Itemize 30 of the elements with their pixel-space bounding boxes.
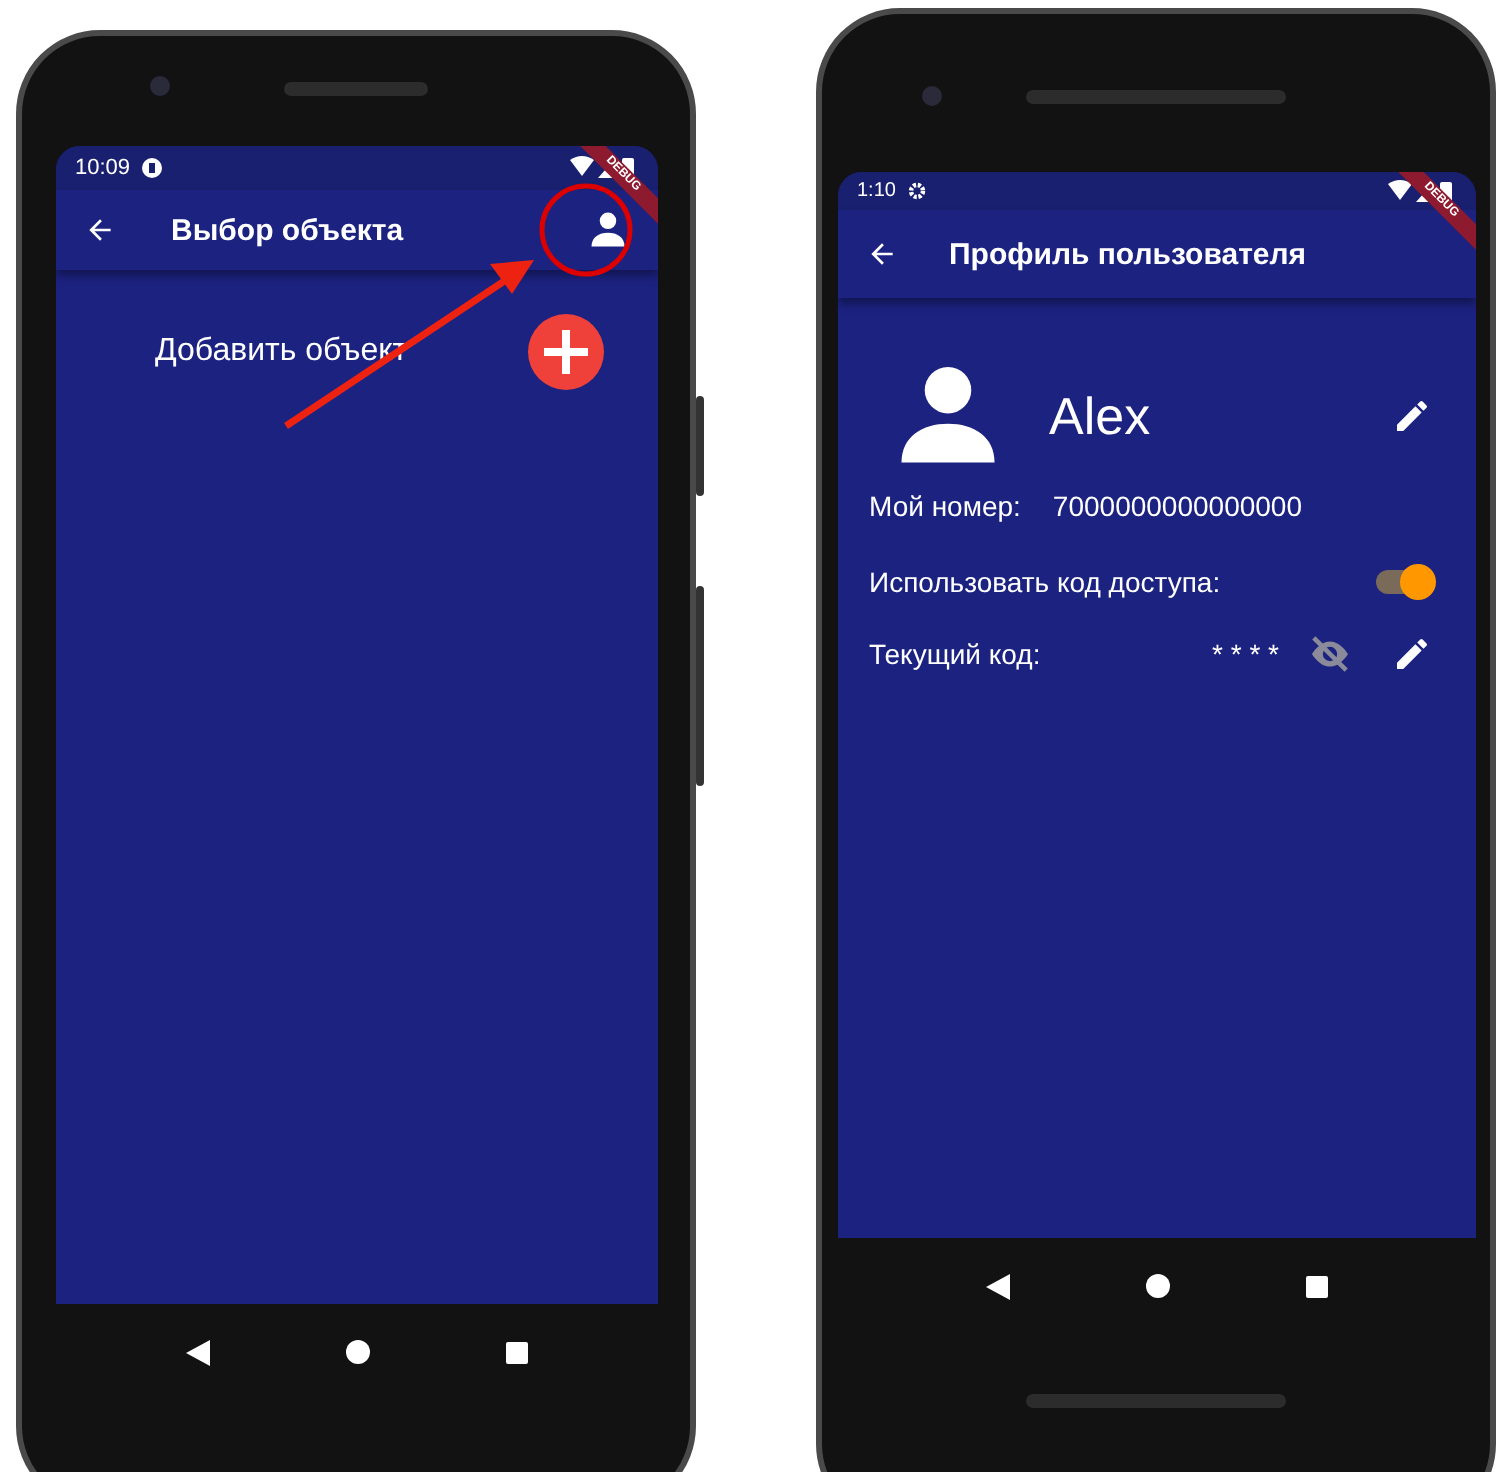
screen-title: Выбор объекта — [171, 213, 406, 247]
camera-lens — [922, 86, 942, 106]
edit-code-button[interactable] — [1391, 634, 1431, 674]
recents-nav-icon[interactable] — [1305, 1275, 1327, 1297]
side-key — [696, 396, 704, 496]
plus-icon — [543, 330, 587, 374]
notification-icon — [142, 158, 163, 178]
home-nav-icon[interactable] — [345, 1340, 369, 1364]
profile-button[interactable] — [585, 208, 629, 252]
access-code-label: Использовать код доступа: — [869, 566, 1221, 598]
status-time: 1:10 — [857, 180, 896, 202]
access-code-switch[interactable] — [1375, 570, 1431, 594]
add-button[interactable] — [527, 314, 603, 390]
recents-nav-icon[interactable] — [505, 1341, 527, 1363]
camera-lens — [150, 76, 170, 96]
number-label: Мой номер: — [869, 490, 1021, 522]
phone-number: 7000000000000000 — [1052, 490, 1302, 522]
person-icon — [585, 208, 629, 252]
access-code: * * * * — [1212, 638, 1279, 670]
user-name: Alex — [1049, 385, 1153, 447]
screen-title: Профиль пользователя — [949, 237, 1309, 271]
speaker-grille — [284, 82, 428, 96]
edit-name-button[interactable] — [1391, 396, 1431, 436]
settings-icon — [907, 182, 926, 200]
current-code-label: Текущий код: — [869, 638, 1043, 670]
home-nav-icon[interactable] — [1145, 1274, 1169, 1298]
eye-off-icon[interactable] — [1307, 636, 1351, 672]
status-time: 10:09 — [75, 156, 131, 180]
back-nav-icon[interactable] — [985, 1273, 1009, 1299]
back-nav-icon[interactable] — [185, 1339, 209, 1365]
